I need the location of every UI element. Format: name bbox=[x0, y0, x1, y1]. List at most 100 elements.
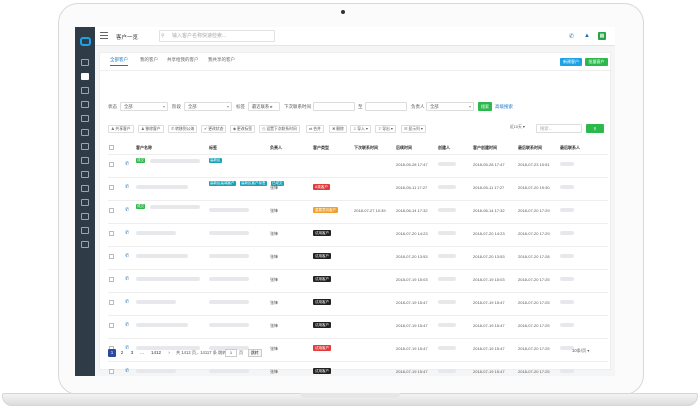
page-3-button[interactable]: 3 bbox=[128, 349, 136, 357]
col-header-next-contact[interactable]: 下次联系时间 bbox=[354, 145, 378, 151]
sidebar-chat-icon[interactable] bbox=[81, 115, 89, 122]
page-2-button[interactable]: 2 bbox=[118, 349, 126, 357]
call-icon[interactable]: ✆ bbox=[125, 161, 129, 167]
sidebar-apps-icon[interactable] bbox=[81, 213, 89, 220]
customer-name-blurred[interactable] bbox=[150, 159, 200, 163]
phone-icon[interactable]: ✆ bbox=[569, 33, 574, 40]
tag-select[interactable]: 最近联系 ▸ bbox=[248, 102, 280, 111]
call-icon[interactable]: ✆ bbox=[125, 230, 129, 236]
sidebar-monitor-icon[interactable] bbox=[81, 199, 89, 206]
page-jump-button[interactable]: 跳转 bbox=[248, 349, 262, 357]
table-row[interactable]: ✆ 张锋 试用客户 2018-07-19 15:47 2018-07-19 15:47 2… bbox=[108, 292, 608, 315]
delete-button[interactable]: ✖删除 bbox=[329, 125, 347, 133]
sidebar-contacts-icon[interactable] bbox=[81, 87, 89, 94]
advanced-search-link[interactable]: 高级搜索 bbox=[495, 104, 513, 110]
row-checkbox[interactable] bbox=[109, 323, 114, 328]
call-icon[interactable]: ✆ bbox=[125, 299, 129, 305]
sidebar-document-icon[interactable] bbox=[81, 143, 89, 150]
owner-select[interactable]: 全部 bbox=[426, 102, 474, 111]
sidebar-team-icon[interactable] bbox=[81, 101, 89, 108]
customer-name-blurred[interactable] bbox=[136, 185, 188, 189]
customer-name-blurred[interactable] bbox=[136, 277, 200, 281]
col-header-owner[interactable]: 负责人 bbox=[270, 145, 282, 151]
customer-name-blurred[interactable] bbox=[136, 323, 188, 327]
sidebar-phone-icon[interactable] bbox=[81, 227, 89, 234]
status-select[interactable]: 全部 bbox=[120, 102, 168, 111]
col-header-last-contact[interactable]: 最后联系时间 bbox=[518, 145, 542, 151]
select-all-checkbox[interactable] bbox=[109, 145, 114, 151]
sidebar-dashboard-icon[interactable] bbox=[81, 59, 89, 66]
page-size-select[interactable]: 10条/页 ▾ bbox=[572, 348, 589, 354]
table-row[interactable]: ✆ 成交 高新区 2018-05-28 17:47 2018-05-28 17:47 20… bbox=[108, 154, 608, 177]
row-checkbox[interactable] bbox=[109, 254, 114, 259]
display-columns-button[interactable]: ☰显示列 ▾ bbox=[401, 125, 426, 133]
table-search-button[interactable]: ⚲ bbox=[586, 124, 604, 133]
row-checkbox[interactable] bbox=[109, 231, 114, 236]
date-from-input[interactable] bbox=[313, 102, 355, 111]
row-checkbox[interactable] bbox=[109, 277, 114, 282]
row-checkbox[interactable] bbox=[109, 162, 114, 167]
call-icon[interactable]: ✆ bbox=[125, 368, 129, 374]
customer-name-blurred[interactable] bbox=[136, 231, 176, 235]
call-icon[interactable]: ✆ bbox=[125, 184, 129, 190]
table-search-input[interactable]: 搜索... bbox=[536, 124, 582, 133]
customer-name-blurred[interactable] bbox=[136, 254, 188, 258]
period-select[interactable]: 近10天 ▾ bbox=[508, 124, 527, 132]
col-header-follow-time[interactable]: 后续时间 bbox=[396, 145, 412, 151]
global-search-input[interactable]: 输入客户名称快速检索... bbox=[159, 30, 275, 42]
customer-name-blurred[interactable] bbox=[136, 300, 176, 304]
change-status-button[interactable]: ✔更改状态 bbox=[201, 125, 227, 133]
table-row[interactable]: ✆ 高新区高端客户 高新区客户标签 已成交 张锋 A类客户 2018-05-11 17:27… bbox=[108, 177, 608, 200]
import-customer-button[interactable]: 批量客户 bbox=[585, 58, 608, 66]
set-next-contact-button[interactable]: ◷设置下次联系时间 bbox=[259, 125, 300, 133]
col-header-creator[interactable]: 创建人 bbox=[438, 145, 450, 151]
customer-name-blurred[interactable] bbox=[150, 205, 200, 209]
page-last-button[interactable]: 1412 bbox=[148, 349, 164, 357]
page-1-button[interactable]: 1 bbox=[108, 349, 116, 357]
call-icon[interactable]: ✆ bbox=[125, 276, 129, 282]
sidebar-customers-icon[interactable] bbox=[81, 73, 89, 80]
tab-i-shared[interactable]: 我共享的客户 bbox=[208, 57, 235, 63]
search-button[interactable]: 搜索 bbox=[478, 102, 492, 111]
tab-shared-to-me[interactable]: 共享给我的客户 bbox=[167, 57, 199, 63]
new-customer-button[interactable]: 新建客户 bbox=[560, 58, 582, 66]
col-header-type[interactable]: 客户类型 bbox=[313, 145, 329, 151]
col-header-created[interactable]: 客户创建时间 bbox=[473, 145, 497, 151]
next-page-icon[interactable]: › bbox=[165, 349, 173, 357]
bell-icon[interactable]: ▲ bbox=[584, 33, 590, 39]
row-checkbox[interactable] bbox=[109, 208, 114, 213]
tab-all[interactable]: 全部客户 bbox=[110, 57, 128, 66]
table-row[interactable]: ✆ 成交 张锋 重要意向客户 2018-07-27 10:39 2018-06-14 17… bbox=[108, 200, 608, 223]
remove-customer-button[interactable]: ♟移除客户 bbox=[138, 125, 164, 133]
share-customer-button[interactable]: ♟共享客户 bbox=[108, 125, 134, 133]
sidebar-report-icon[interactable] bbox=[81, 157, 89, 164]
calendar-icon[interactable]: ▦ bbox=[598, 32, 606, 40]
export-button[interactable]: ⇧导出 ▾ bbox=[375, 125, 396, 133]
row-checkbox[interactable] bbox=[109, 369, 114, 374]
table-row[interactable]: ✆ 张锋 试用客户 2018-07-19 15:47 2018-07-19 15:47 2… bbox=[108, 361, 608, 376]
call-icon[interactable]: ✆ bbox=[125, 207, 129, 213]
import-button[interactable]: ⇩导入 ▾ bbox=[350, 125, 371, 133]
table-row[interactable]: ✆ 张锋 试用客户 2018-07-19 15:47 2018-07-19 15:47 2… bbox=[108, 315, 608, 338]
row-checkbox[interactable] bbox=[109, 300, 114, 305]
menu-toggle-icon[interactable] bbox=[100, 32, 108, 39]
table-row[interactable]: ✆ 张锋 试用客户 2018-07-20 14:23 2018-07-20 14:23 2… bbox=[108, 223, 608, 246]
date-to-input[interactable] bbox=[365, 102, 407, 111]
sidebar-edit-icon[interactable] bbox=[81, 171, 89, 178]
stage-select[interactable]: 全部 bbox=[184, 102, 232, 111]
merge-button[interactable]: ⇄合并 bbox=[306, 125, 324, 133]
tab-mine[interactable]: 我的客户 bbox=[140, 57, 158, 63]
sidebar-chart-icon[interactable] bbox=[81, 241, 89, 248]
page-jump-input[interactable]: 1 bbox=[225, 349, 237, 357]
call-icon[interactable]: ✆ bbox=[125, 253, 129, 259]
sidebar-calendar-icon[interactable] bbox=[81, 185, 89, 192]
table-row[interactable]: ✆ 张锋 试用客户 2018-07-19 15:03 2018-07-19 15:03 2… bbox=[108, 269, 608, 292]
change-tag-button[interactable]: ◆更改标签 bbox=[230, 125, 256, 133]
col-header-name[interactable]: 客户名称 bbox=[136, 145, 152, 151]
sidebar-money-icon[interactable] bbox=[81, 129, 89, 136]
customer-name-blurred[interactable] bbox=[136, 369, 176, 373]
col-header-tag[interactable]: 标签 bbox=[209, 145, 217, 151]
col-header-last-contact-person[interactable]: 最后联系人 bbox=[560, 145, 580, 151]
move-to-pool-button[interactable]: ✆转移到公海 bbox=[168, 125, 198, 133]
table-row[interactable]: ✆ 张锋 试用客户 2018-07-20 13:53 2018-07-20 13:53 2… bbox=[108, 246, 608, 269]
